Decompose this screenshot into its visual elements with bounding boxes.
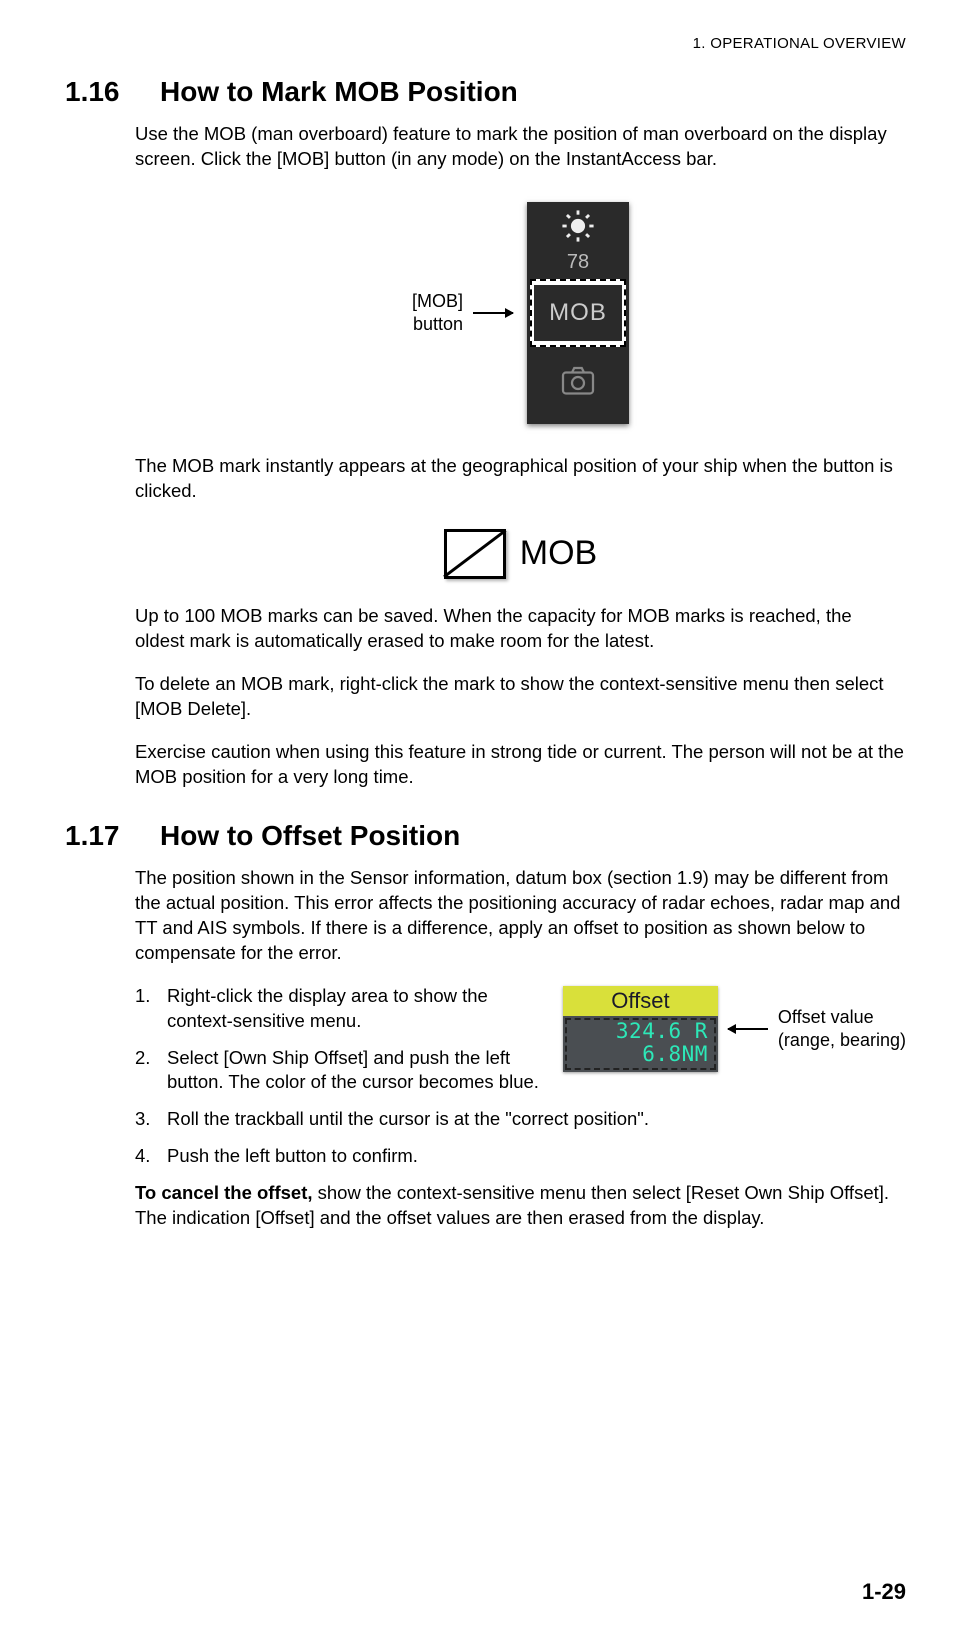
mob-button-label: MOB bbox=[549, 299, 607, 327]
section-title: How to Mark MOB Position bbox=[160, 76, 518, 108]
screenshot-button[interactable] bbox=[530, 349, 626, 419]
list-item: 3. Roll the trackball until the cursor i… bbox=[135, 1107, 906, 1132]
arrow-icon bbox=[473, 312, 513, 314]
list-number: 4. bbox=[135, 1144, 167, 1169]
offset-indicator: Offset 324.6 R 6.8NM bbox=[563, 986, 718, 1072]
figure-offset-box: Offset 324.6 R 6.8NM Offset value (range… bbox=[563, 986, 906, 1072]
list-item: 1. Right-click the display area to show … bbox=[135, 984, 555, 1034]
section-1-17: 1.17 How to Offset Position The position… bbox=[65, 820, 906, 1232]
section-number: 1.17 bbox=[65, 820, 160, 852]
figure-mob-button: [MOB] button 78 MOB bbox=[135, 202, 906, 424]
arrow-icon bbox=[728, 1028, 768, 1030]
offset-bearing-value: 324.6 R bbox=[573, 1020, 708, 1043]
section-number: 1.16 bbox=[65, 76, 160, 108]
offset-values-box: 324.6 R 6.8NM bbox=[565, 1018, 716, 1070]
mob-button[interactable]: MOB bbox=[534, 285, 622, 341]
annot-line: (range, bearing) bbox=[778, 1029, 906, 1052]
section-header: 1.16 How to Mark MOB Position bbox=[65, 76, 906, 108]
list-item: 2. Select [Own Ship Offset] and push the… bbox=[135, 1046, 555, 1096]
section-title: How to Offset Position bbox=[160, 820, 460, 852]
paragraph: The MOB mark instantly appears at the ge… bbox=[135, 454, 906, 504]
page-number: 1-29 bbox=[862, 1579, 906, 1605]
brightness-button[interactable]: 78 bbox=[530, 207, 626, 277]
offset-title: Offset bbox=[563, 986, 718, 1016]
mob-mark-label: MOB bbox=[520, 534, 597, 573]
list-number: 1. bbox=[135, 984, 167, 1034]
paragraph: Exercise caution when using this feature… bbox=[135, 740, 906, 790]
ordered-list-cont: 3. Roll the trackball until the cursor i… bbox=[135, 1107, 906, 1169]
bold-lead: To cancel the offset, bbox=[135, 1182, 313, 1203]
list-text: Push the left button to confirm. bbox=[167, 1144, 906, 1169]
paragraph-cancel: To cancel the offset, show the context-s… bbox=[135, 1181, 906, 1231]
steps-with-figure: 1. Right-click the display area to show … bbox=[135, 984, 906, 1108]
list-text: Select [Own Ship Offset] and push the le… bbox=[167, 1046, 555, 1096]
figure-mob-mark: MOB bbox=[135, 529, 906, 579]
list-text: Right-click the display area to show the… bbox=[167, 984, 555, 1034]
list-item: 4. Push the left button to confirm. bbox=[135, 1144, 906, 1169]
paragraph: To delete an MOB mark, right-click the m… bbox=[135, 672, 906, 722]
page-header: 1. OPERATIONAL OVERVIEW bbox=[65, 35, 906, 52]
section-1-16: 1.16 How to Mark MOB Position Use the MO… bbox=[65, 76, 906, 790]
offset-annotation: Offset value (range, bearing) bbox=[778, 1006, 906, 1051]
instant-access-bar: 78 MOB bbox=[527, 202, 629, 424]
list-number: 3. bbox=[135, 1107, 167, 1132]
paragraph: Use the MOB (man overboard) feature to m… bbox=[135, 122, 906, 172]
offset-range-value: 6.8NM bbox=[573, 1043, 708, 1066]
label-line: button bbox=[412, 313, 463, 336]
paragraph: The position shown in the Sensor informa… bbox=[135, 866, 906, 966]
brightness-value: 78 bbox=[567, 251, 589, 274]
list-number: 2. bbox=[135, 1046, 167, 1096]
camera-icon bbox=[559, 365, 597, 403]
list-text: Roll the trackball until the cursor is a… bbox=[167, 1107, 906, 1132]
figure-label-mob-button: [MOB] button bbox=[412, 290, 463, 335]
paragraph: Up to 100 MOB marks can be saved. When t… bbox=[135, 604, 906, 654]
label-line: [MOB] bbox=[412, 290, 463, 313]
mob-mark-symbol bbox=[444, 529, 506, 579]
brightness-icon bbox=[561, 209, 595, 249]
dashed-highlight: MOB bbox=[530, 279, 626, 347]
annot-line: Offset value bbox=[778, 1006, 906, 1029]
section-header: 1.17 How to Offset Position bbox=[65, 820, 906, 852]
